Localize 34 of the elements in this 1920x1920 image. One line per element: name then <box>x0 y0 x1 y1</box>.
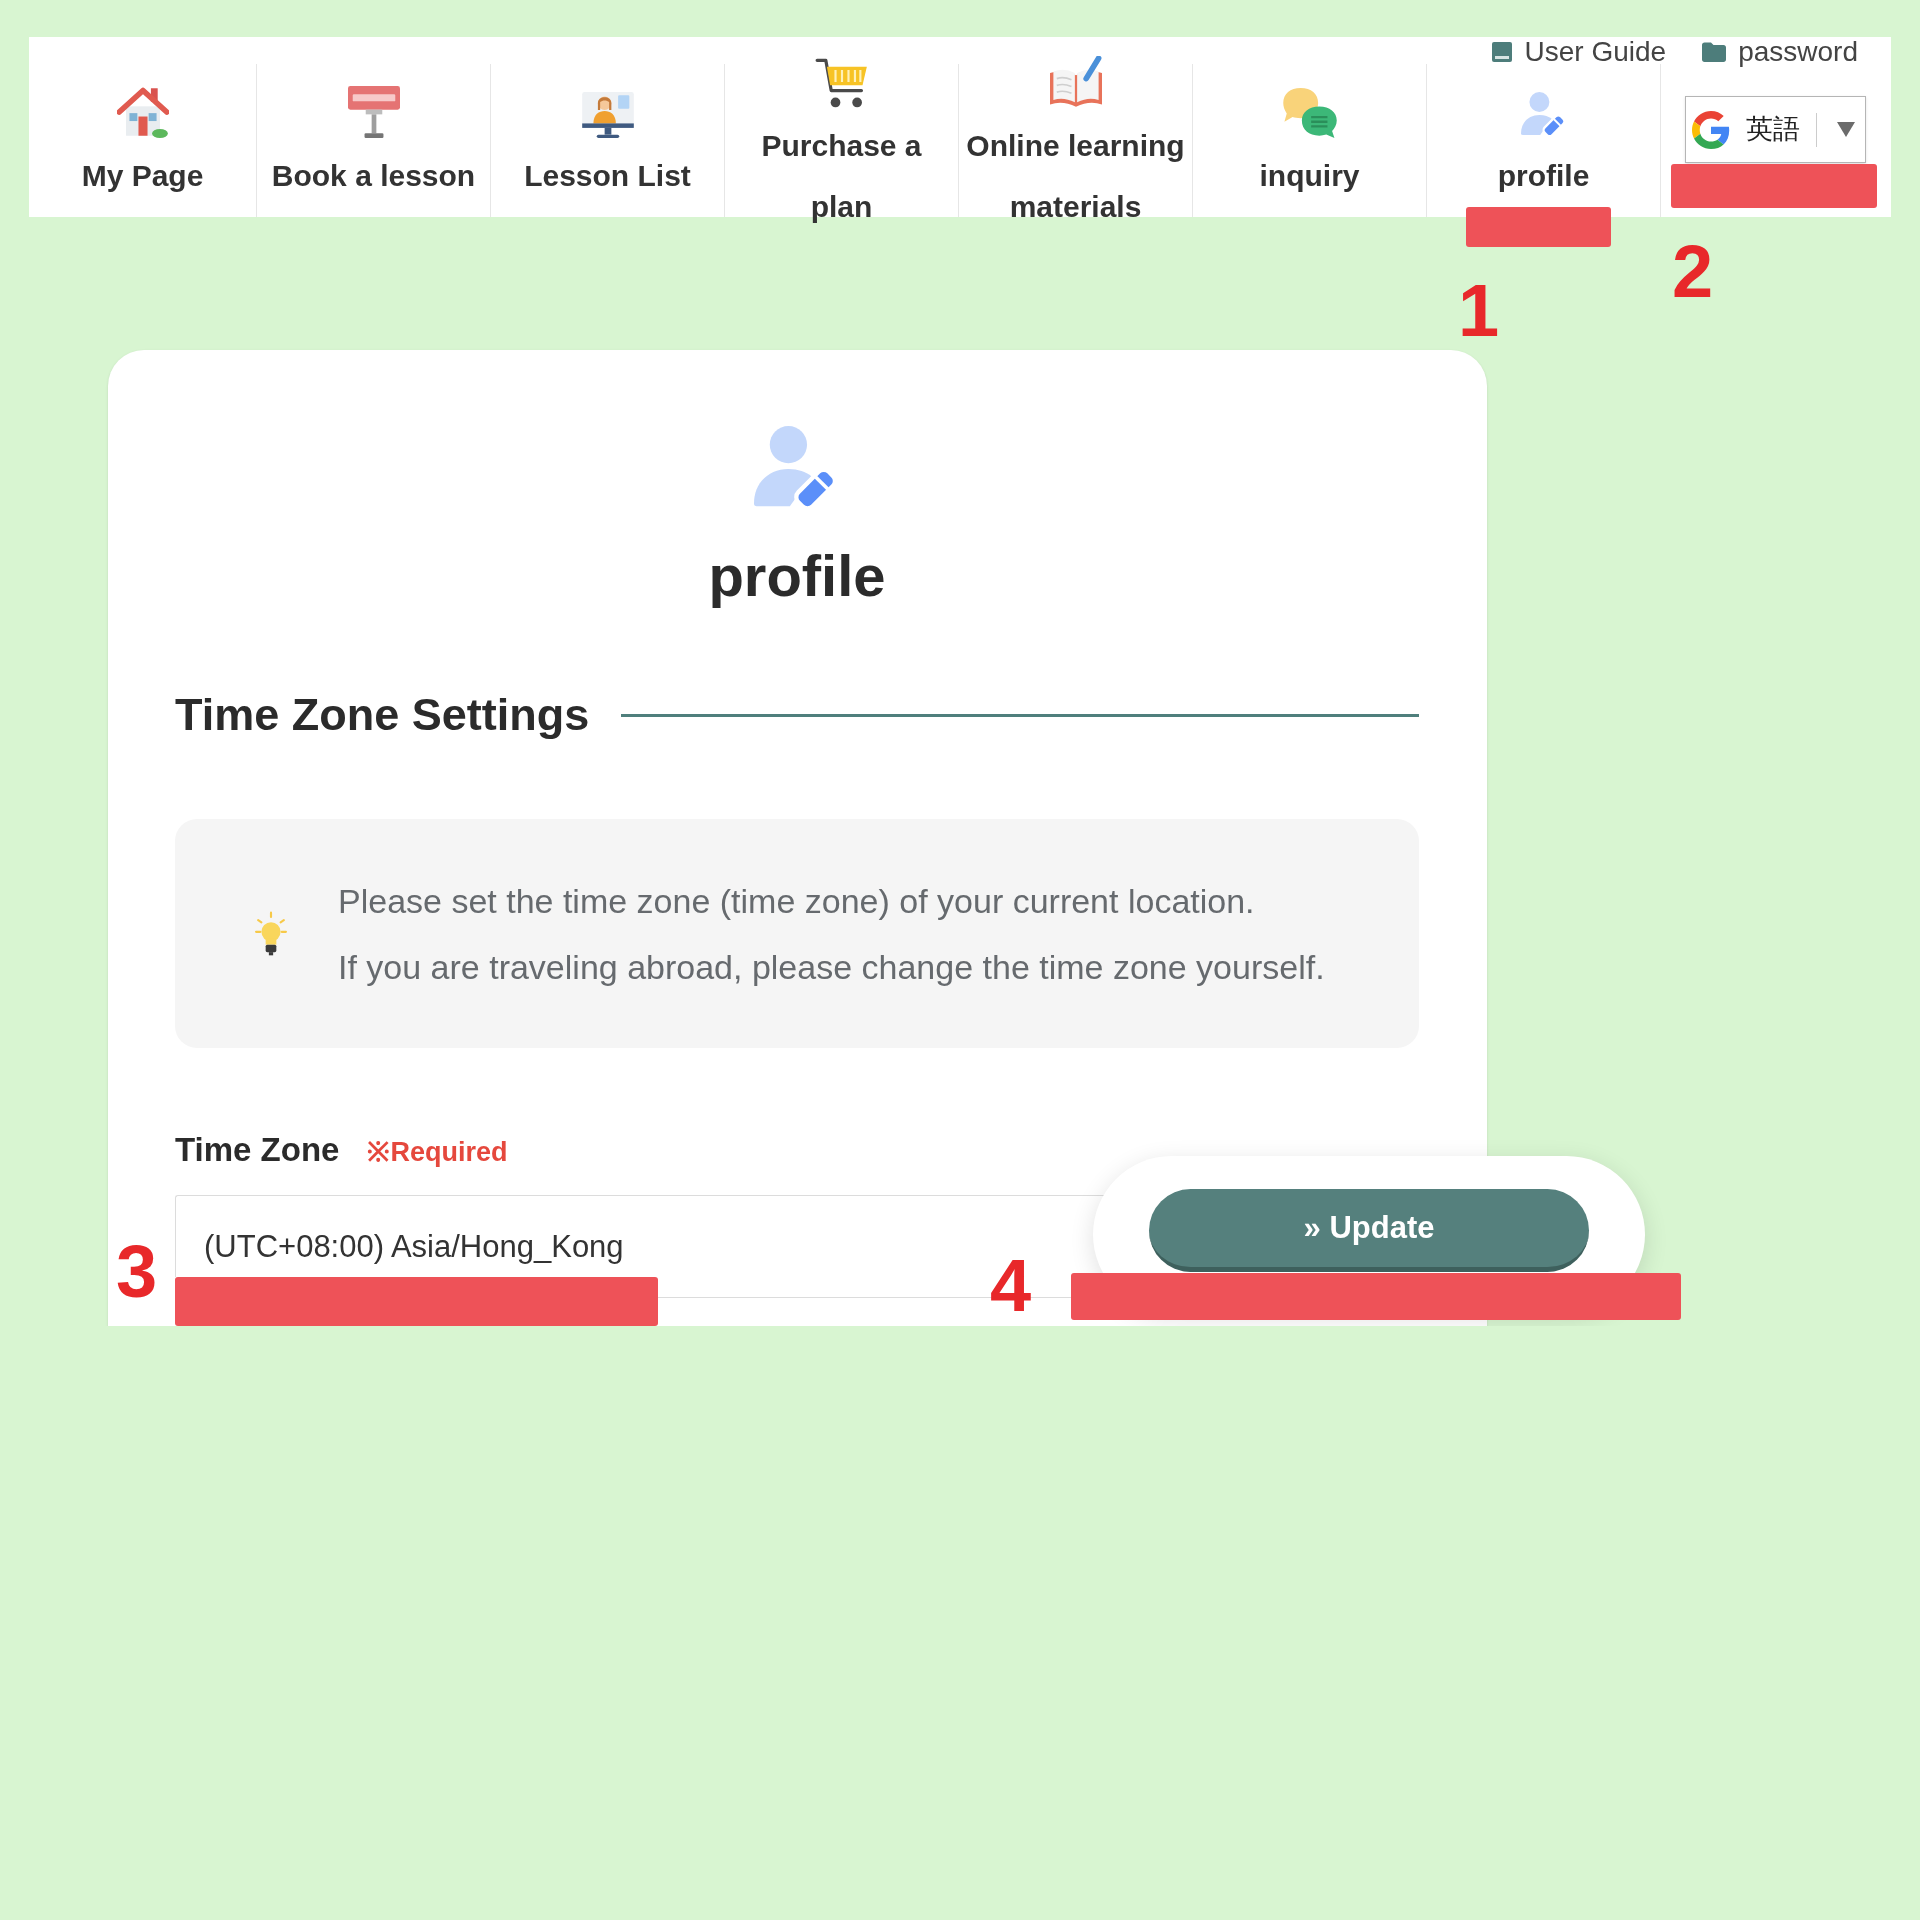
page-title: profile <box>708 542 886 610</box>
book-icon <box>1490 41 1513 63</box>
cart-icon <box>814 57 869 108</box>
house-icon <box>116 86 169 138</box>
annotation-number: 3 <box>116 1235 158 1309</box>
person-pencil-icon <box>1520 92 1567 138</box>
nav-item[interactable]: profile <box>1427 86 1660 206</box>
notice-text: If you are traveling abroad, please change the time zone yourself. <box>338 946 1325 988</box>
nav-item[interactable]: My Page <box>29 86 256 206</box>
annotation-number: 2 <box>1672 235 1714 309</box>
top-link[interactable]: User Guide <box>1490 37 1667 67</box>
person-at-monitor-icon <box>581 92 634 138</box>
caret-icon <box>1836 122 1855 137</box>
section-title: Time Zone Settings <box>175 688 590 742</box>
book-pencil-icon <box>1049 55 1102 108</box>
field-label: Time Zone <box>175 1130 340 1170</box>
g-logo-icon <box>1691 110 1730 149</box>
required-note: ※Required <box>367 1136 508 1169</box>
top-link[interactable]: password <box>1702 37 1858 67</box>
language-select[interactable]: 英語 <box>1684 96 1866 163</box>
notice-text: Please set the time zone (time zone) of your current location. <box>338 880 1256 922</box>
sign-icon <box>347 86 400 138</box>
update-button[interactable]: » Update <box>1149 1189 1589 1272</box>
nav-item[interactable]: Purchase a plan <box>725 55 958 237</box>
annotation-number: 4 <box>990 1249 1032 1323</box>
folder-icon <box>1702 42 1727 62</box>
nav-item[interactable]: inquiry <box>1193 86 1426 206</box>
speech-bubbles-icon <box>1282 88 1337 138</box>
nav-item[interactable]: Online learning materials <box>959 55 1192 237</box>
time-zone-select[interactable]: (UTC+08:00) Asia/Hong_Kong <box>175 1194 988 1277</box>
nav-item[interactable]: Lesson List <box>491 86 724 206</box>
lightbulb-icon <box>255 910 287 957</box>
annotation-number: 1 <box>1458 274 1500 348</box>
nav-item[interactable]: Book a lesson <box>257 86 490 206</box>
